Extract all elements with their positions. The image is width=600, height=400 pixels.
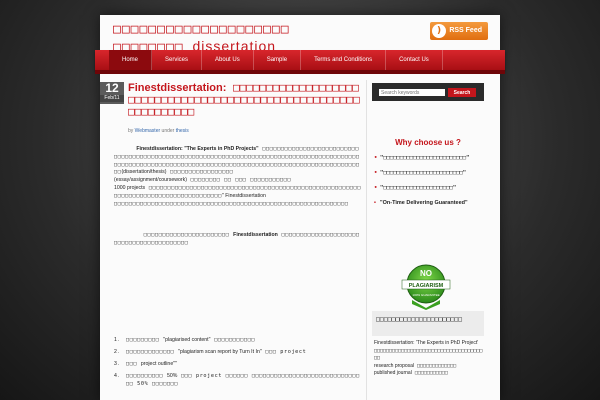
list-item: 2. □□□□□□□□□□□□□ "plagiarism scan report … <box>114 348 362 356</box>
list-item-number: 3. <box>114 361 120 367</box>
search-button[interactable]: Search <box>448 88 476 97</box>
post-intro-bold: Finestdissertation: "The Experts in PhD … <box>136 146 259 152</box>
post-para6-bold: Finestdissertation <box>233 231 278 238</box>
list-item-text: □□□ project <box>261 349 307 355</box>
byline-under: under <box>161 128 175 134</box>
post-date-day: 12 <box>105 81 119 95</box>
list-item: 3. □□□ project outline"" <box>114 360 362 368</box>
site-title-line1: □□□□□□□□□□□□□□□□□□□□ <box>113 22 290 37</box>
list-item: 1. □□□□□□□□□ "plagiarised content" □□□□□□… <box>114 336 362 344</box>
search-input[interactable] <box>379 89 445 96</box>
sidebar-heading: □□□□□□□□□□□□□□□□□□□□□□ <box>372 311 484 336</box>
post-body: Finestdissertation: "The Experts in PhD … <box>114 146 362 247</box>
post-list: 1. □□□□□□□□□ "plagiarised content" □□□□□□… <box>114 336 362 392</box>
list-item-number: 2. <box>114 349 120 355</box>
post-date-month: Feb/11 <box>100 95 124 102</box>
list-item-term: 50% <box>166 373 178 379</box>
rss-feed-label: RSS Feed <box>449 27 482 34</box>
post-para3: □□□□□□□□ □□ □□□ □□□□□□□□□□□ <box>186 177 292 184</box>
author-link[interactable]: Webmaster <box>135 128 160 134</box>
post-para2: □□□□□□□□□□□□□□□□□ <box>166 169 234 176</box>
byline-by: by <box>128 128 134 134</box>
nav-item-terms[interactable]: Terms and Conditions <box>301 50 387 70</box>
nav-item-sample[interactable]: Sample <box>254 50 302 70</box>
sidebar-text3: □□□□□□□□□□□ <box>411 370 448 376</box>
post-date-badge: 12 Feb/11 <box>100 82 124 104</box>
rss-icon[interactable]: ) <box>432 24 446 38</box>
sidebar-intro: Finestdissertation: 'The Experts in PhD … <box>374 340 479 346</box>
post-byline: by Webmaster under thesis <box>128 128 189 134</box>
badge-text: PLAGIARISM <box>409 283 444 289</box>
reason-item: "□□□□□□□□□□□□□□□□□□□□□□□□" <box>374 169 484 177</box>
reasons-list: "□□□□□□□□□□□□□□□□□□□□□□□□□" "□□□□□□□□□□□… <box>374 154 484 214</box>
sidebar-term1: research proposal <box>374 362 415 369</box>
nav-item-contact-us[interactable]: Contact Us <box>386 50 443 70</box>
category-link[interactable]: thesis <box>176 128 189 134</box>
nav-item-about-us[interactable]: About Us <box>202 50 254 70</box>
sidebar-text1: □□□□□□□□□□□□□□□□□□□□□□□□□□□□□□□□□□□□□□ <box>374 347 483 362</box>
post-term4: " Finestdissertation <box>221 192 266 199</box>
list-item-text: □□□□□□□□□□□□□ <box>126 349 179 355</box>
reason-item: "□□□□□□□□□□□□□□□□□□□□□□□□□" <box>374 154 484 162</box>
main-nav: Home Services About Us Sample Terms and … <box>95 50 505 70</box>
badge-subtext: 100% GUARANTEE <box>412 293 439 297</box>
no-plagiarism-badge-icon: NO PLAGIARISM 100% GUARANTEE <box>401 264 451 310</box>
post-term1: (dissertation/thesis) <box>121 169 167 176</box>
column-divider <box>366 80 367 400</box>
nav-item-services[interactable]: Services <box>152 50 203 70</box>
nav-ribbon-shadow <box>95 70 505 74</box>
why-choose-us-heading: Why choose us ? <box>395 138 461 147</box>
list-item-term: project outline"" <box>140 361 177 367</box>
list-item-text: □□□□□□□□□□ <box>126 373 167 379</box>
reason-item: "On-Time Delivering Guaranteed" <box>374 199 484 207</box>
list-item-text: □□□□□□□□□□□ <box>210 337 256 343</box>
post-term2: (essay/assignment/coursework) <box>114 177 187 184</box>
post-title[interactable]: Finestdissertation: □□□□□□□□□□□□□□□□□□□□… <box>128 82 360 118</box>
list-item-term: "plagiarised content" <box>163 337 211 343</box>
nav-item-home[interactable]: Home <box>109 50 153 70</box>
list-item-term: "plagiarism scan report by Turn It In" <box>178 349 262 355</box>
post-para5: □□□□□□□□□□□□□□□□□□□□□□□□□□□□□□□□□□□□□□□□… <box>114 200 349 207</box>
post-term3: 1000 projects <box>114 184 146 191</box>
sidebar-text: Finestdissertation: 'The Experts in PhD … <box>374 340 484 378</box>
badge-title: NO <box>420 269 432 278</box>
list-item: 4. □□□□□□□□□□ 50% □□□ project □□□□□□ □□□□… <box>114 372 362 388</box>
sidebar-text2: □□□□□□□□□□□□□ <box>414 362 457 369</box>
list-item-number: 1. <box>114 337 120 343</box>
reason-item: "□□□□□□□□□□□□□□□□□□□□□" <box>374 184 484 192</box>
list-item-text: □□□□□□□□□ <box>126 337 164 343</box>
list-item-text: □□□ <box>126 361 141 367</box>
sidebar-term2: published journal <box>374 370 412 376</box>
list-item-number: 4. <box>114 373 120 379</box>
post-para6-prefix: □□□□□□□□□□□□□□□□□□□□□□□ <box>143 231 234 238</box>
